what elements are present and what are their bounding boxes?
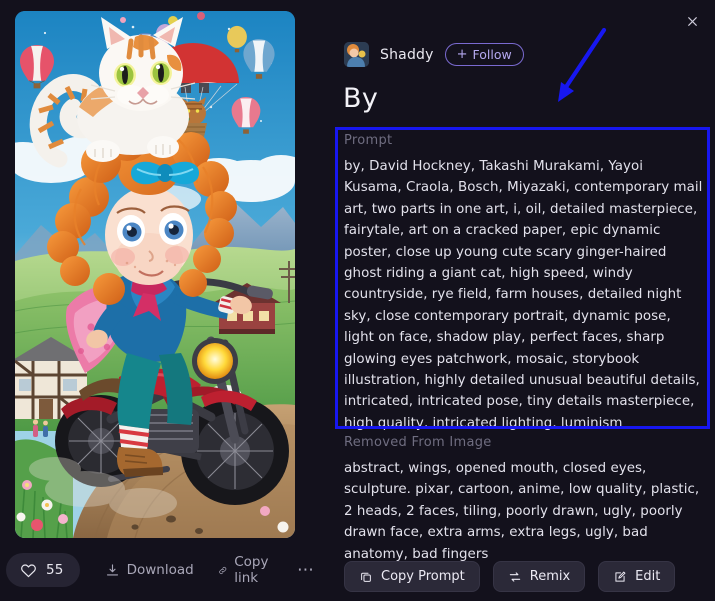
more-options-button[interactable]: ⋯ bbox=[289, 561, 324, 579]
follow-label: Follow bbox=[472, 47, 512, 62]
link-icon bbox=[219, 566, 226, 574]
artwork-image[interactable] bbox=[15, 11, 295, 538]
artwork-illustration bbox=[15, 11, 295, 538]
copy-icon bbox=[361, 572, 371, 582]
like-count: 55 bbox=[46, 562, 64, 578]
copy-link-button[interactable]: Copy link bbox=[209, 553, 283, 587]
image-action-bar: 55 Download Copy link ⋯ bbox=[0, 550, 320, 590]
copy-prompt-button[interactable]: Copy Prompt bbox=[344, 561, 480, 592]
remix-icon bbox=[509, 571, 520, 582]
copy-prompt-label: Copy Prompt bbox=[381, 569, 465, 584]
copy-link-label: Copy link bbox=[234, 554, 269, 586]
close-button[interactable] bbox=[679, 8, 705, 34]
avatar-thumbnail bbox=[344, 42, 369, 67]
heart-icon bbox=[21, 563, 36, 577]
download-label: Download bbox=[126, 562, 194, 578]
detail-button-row: Copy Prompt Remix Edit bbox=[344, 561, 676, 592]
avatar[interactable] bbox=[344, 42, 369, 67]
edit-button[interactable]: Edit bbox=[598, 561, 676, 592]
removed-from-image-text[interactable]: abstract, wings, opened mouth, closed ey… bbox=[344, 458, 704, 565]
edit-label: Edit bbox=[635, 569, 661, 584]
like-button[interactable]: 55 bbox=[6, 553, 80, 587]
detail-pane: Shaddy + Follow By Prompt by, David Hock… bbox=[320, 0, 715, 601]
remix-button[interactable]: Remix bbox=[492, 561, 586, 592]
follow-button[interactable]: + Follow bbox=[444, 43, 524, 66]
prompt-text[interactable]: by, David Hockney, Takashi Murakami, Yay… bbox=[344, 156, 704, 434]
artwork-pane: 55 Download Copy link ⋯ bbox=[0, 0, 320, 601]
download-button[interactable]: Download bbox=[96, 553, 203, 587]
remix-label: Remix bbox=[529, 569, 571, 584]
close-icon bbox=[687, 16, 697, 26]
download-icon bbox=[106, 563, 118, 575]
page-title: By bbox=[343, 83, 379, 114]
removed-from-image-label: Removed From Image bbox=[344, 435, 492, 450]
image-detail-modal: 55 Download Copy link ⋯ Shaddy + Follow … bbox=[0, 0, 715, 601]
plus-icon: + bbox=[456, 47, 468, 62]
edit-icon bbox=[615, 571, 626, 582]
author-row: Shaddy + Follow bbox=[344, 42, 524, 67]
author-name: Shaddy bbox=[380, 46, 434, 63]
prompt-label: Prompt bbox=[344, 133, 393, 148]
